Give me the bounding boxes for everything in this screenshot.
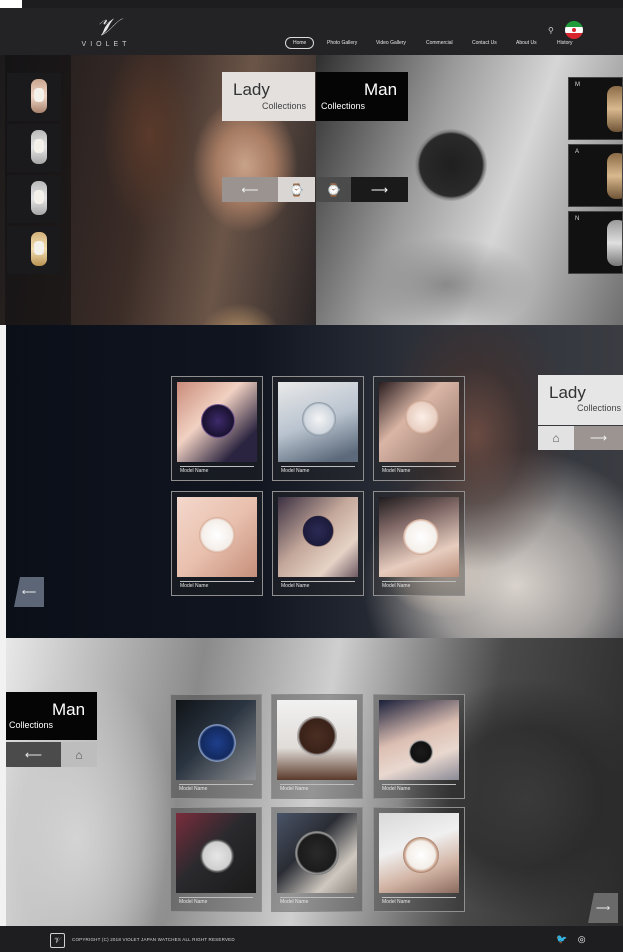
thumbnail[interactable] xyxy=(7,124,61,172)
twitter-icon[interactable]: 🐦 xyxy=(556,934,567,944)
brand-name: VIOLET xyxy=(81,41,131,48)
home-icon[interactable]: ⌂ xyxy=(538,426,574,450)
thumbnail[interactable]: N xyxy=(568,211,623,274)
header: 𝒱 VIOLET ⚲ Home Photo Gallery Video Gall… xyxy=(0,8,623,55)
watch-icon[interactable]: ⌚ xyxy=(278,177,315,202)
page: 𝒱 VIOLET ⚲ Home Photo Gallery Video Gall… xyxy=(0,0,623,952)
man-next-button[interactable]: ⟶ xyxy=(351,177,408,202)
product-card[interactable]: Model Name xyxy=(171,376,263,481)
nav-about-us[interactable]: About Us xyxy=(516,37,537,49)
footer: 𝒱 COPYRIGHT (C) 2018 VIOLET JAPAN WATCHE… xyxy=(0,926,623,952)
product-card[interactable]: Model Name xyxy=(271,694,363,799)
lady-subtitle: Collections xyxy=(577,403,622,413)
copyright-text: COPYRIGHT (C) 2018 VIOLET JAPAN WATCHES … xyxy=(72,937,235,942)
product-card[interactable]: Model Name xyxy=(170,694,262,799)
lady-collections-box[interactable]: Lady Collections xyxy=(222,72,315,121)
nav-video-gallery[interactable]: Video Gallery xyxy=(376,37,406,49)
lady-title: Lady xyxy=(233,80,270,99)
instagram-icon[interactable]: ◎ xyxy=(578,934,586,944)
lady-prev-button[interactable]: ⟵ xyxy=(222,177,278,202)
man-subtitle: Collections xyxy=(9,720,54,730)
brand-logo[interactable]: 𝒱 VIOLET xyxy=(76,14,136,54)
product-card[interactable]: Model Name xyxy=(272,376,364,481)
nav-commercial[interactable]: Commercial xyxy=(426,37,453,49)
brand-mark: 𝒱 xyxy=(96,13,116,41)
product-card[interactable]: Model Name xyxy=(373,807,465,912)
product-card[interactable]: Model Name xyxy=(373,491,465,596)
lady-thumbnail-list xyxy=(7,73,61,277)
thumbnail[interactable]: A xyxy=(568,144,623,207)
lady-title: Lady xyxy=(549,383,586,402)
product-card[interactable]: Model Name xyxy=(373,694,465,799)
product-card[interactable]: Model Name xyxy=(271,807,363,912)
lady-next-button[interactable]: ⟶ xyxy=(574,426,623,450)
man-prev-button[interactable]: ⟵ xyxy=(6,742,61,767)
nav-home[interactable]: Home xyxy=(285,37,315,49)
man-title: Man xyxy=(364,80,398,99)
nav-history[interactable]: History xyxy=(557,37,573,49)
top-strip xyxy=(0,0,623,8)
product-card[interactable]: Model Name xyxy=(170,807,262,912)
man-title: Man xyxy=(52,700,86,719)
footer-logo[interactable]: 𝒱 xyxy=(50,933,65,948)
thumbnail[interactable] xyxy=(7,175,61,223)
lady-collections-box[interactable]: Lady Collections xyxy=(538,375,623,425)
product-card[interactable]: Model Name xyxy=(373,376,465,481)
thumbnail[interactable] xyxy=(7,226,61,274)
search-icon[interactable]: ⚲ xyxy=(548,26,554,35)
nav-photo-gallery[interactable]: Photo Gallery xyxy=(327,37,357,49)
product-card[interactable]: Model Name xyxy=(272,491,364,596)
home-icon[interactable]: ⌂ xyxy=(61,742,97,767)
thumbnail[interactable] xyxy=(7,73,61,121)
man-thumbnail-list: M A N xyxy=(568,77,623,278)
watch-icon[interactable]: ⌚ xyxy=(316,177,351,202)
product-card[interactable]: Model Name xyxy=(171,491,263,596)
thumbnail[interactable]: M xyxy=(568,77,623,140)
man-collections-box[interactable]: Man Collections xyxy=(6,692,97,740)
lady-subtitle: Collections xyxy=(262,101,307,111)
man-subtitle: Collections xyxy=(321,101,366,111)
nav-contact-us[interactable]: Contact Us xyxy=(472,37,497,49)
social-links: 🐦 ◎ xyxy=(556,934,594,945)
man-collections-box[interactable]: Man Collections xyxy=(316,72,408,121)
